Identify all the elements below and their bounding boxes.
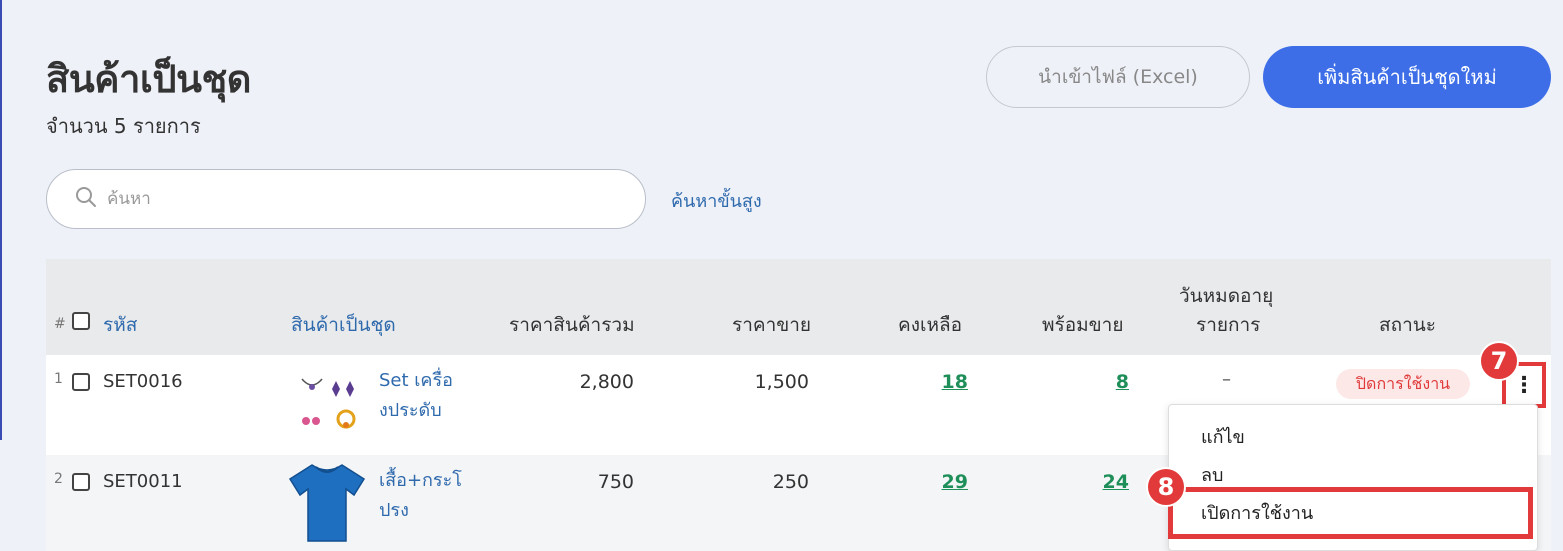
product-name-line1[interactable]: เสื้อ+กระโ [379, 470, 462, 491]
search-icon [75, 186, 97, 212]
row-index: 2 [54, 471, 63, 487]
header-product[interactable]: สินค้าเป็นชุด [291, 310, 396, 340]
row-ready-link[interactable]: 24 [1086, 471, 1129, 493]
row-code: SET0011 [103, 471, 183, 492]
step-8-marker: 8 [1146, 467, 1186, 507]
item-count: จำนวน 5 รายการ [46, 114, 201, 138]
row-expiry: – [1222, 369, 1231, 390]
row-product-name[interactable]: Set เครื่อ งประดับ [379, 366, 469, 426]
jewelry-set-icon [296, 373, 366, 439]
tshirt-icon [288, 461, 366, 547]
row-code: SET0016 [103, 371, 183, 392]
row-product-name[interactable]: เสื้อ+กระโ ปรง [379, 466, 469, 526]
header-sale-price: ราคาขาย [732, 314, 812, 336]
row-remaining-link[interactable]: 29 [926, 471, 968, 493]
row-remaining-link[interactable]: 18 [926, 371, 968, 393]
select-all-checkbox[interactable] [72, 312, 90, 330]
import-excel-button[interactable]: นำเข้าไฟล์ (Excel) [986, 46, 1250, 108]
product-name-line2[interactable]: งประดับ [379, 400, 442, 421]
product-name-line2[interactable]: ปรง [379, 500, 409, 521]
left-edge-bar [0, 0, 2, 440]
menu-item-edit[interactable]: แก้ไข [1201, 422, 1245, 451]
page-title: สินค้าเป็นชุด [46, 57, 251, 101]
status-badge: ปิดการใช้งาน [1336, 369, 1470, 399]
kebab-icon: ⋮ [1513, 372, 1535, 398]
row-ready-link[interactable]: 8 [1086, 371, 1129, 393]
header-status: สถานะ [1379, 314, 1436, 336]
search-input[interactable] [107, 189, 587, 209]
row-total-price: 2,800 [579, 371, 634, 393]
row-checkbox[interactable] [72, 473, 90, 491]
product-name-line1[interactable]: Set เครื่อ [379, 370, 453, 391]
add-bundle-button[interactable]: เพิ่มสินค้าเป็นชุดใหม่ [1263, 46, 1551, 108]
header-expiry: วันหมดอายุ [1179, 285, 1274, 307]
header-code[interactable]: รหัส [103, 310, 137, 340]
row-sale-price: 250 [772, 471, 809, 493]
step-7-marker: 7 [1479, 341, 1519, 381]
advanced-search-link[interactable]: ค้นหาขั้นสูง [671, 186, 762, 215]
header-total-price: ราคาสินค้ารวม [509, 314, 635, 336]
row-checkbox[interactable] [72, 373, 90, 391]
header-expiry-line2: รายการ [1196, 314, 1261, 336]
row-total-price: 750 [597, 471, 634, 493]
header-remaining: คงเหลือ [898, 314, 963, 336]
header-hash: # [54, 316, 66, 332]
search-box[interactable] [46, 169, 646, 229]
header-ready: พร้อมขาย [1042, 314, 1124, 336]
row-sale-price: 1,500 [754, 371, 809, 393]
enable-highlight-box [1168, 487, 1533, 539]
row-index: 1 [54, 371, 63, 387]
table-header: # รหัส สินค้าเป็นชุด ราคาสินค้ารวม ราคาข… [46, 259, 1551, 355]
menu-item-delete[interactable]: ลบ [1201, 460, 1223, 489]
